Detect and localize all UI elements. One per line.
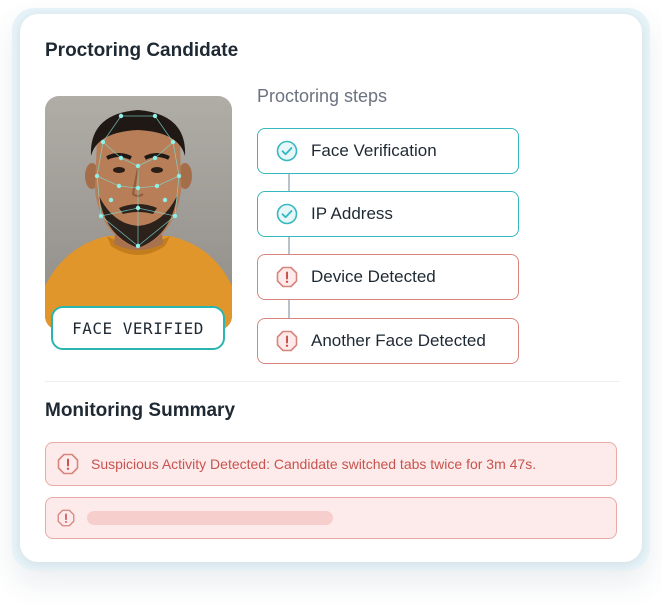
step-ip-address: IP Address	[257, 191, 519, 237]
step-connector	[288, 300, 290, 320]
step-label: IP Address	[311, 204, 393, 223]
alert-octagon-icon	[57, 453, 79, 475]
summary-alert-message: Suspicious Activity Detected: Candidate …	[91, 456, 537, 472]
step-label: Another Face Detected	[311, 331, 486, 350]
section-divider	[45, 381, 620, 382]
alert-octagon-icon	[57, 509, 75, 527]
summary-alert-placeholder	[45, 497, 617, 539]
candidate-photo	[45, 96, 232, 330]
step-connector	[288, 236, 290, 256]
alert-octagon-icon	[276, 330, 298, 352]
face-verified-badge: FACE VERIFIED	[51, 306, 225, 350]
loading-skeleton-bar	[87, 511, 333, 525]
card-title: Proctoring Candidate	[45, 40, 239, 61]
check-circle-icon	[276, 140, 298, 162]
step-label: Device Detected	[311, 267, 436, 286]
step-face-verification: Face Verification	[257, 128, 519, 174]
step-label: Face Verification	[311, 141, 437, 160]
summary-alert: Suspicious Activity Detected: Candidate …	[45, 442, 617, 486]
summary-title: Monitoring Summary	[45, 400, 236, 421]
step-device-detected: Device Detected	[257, 254, 519, 300]
check-circle-icon	[276, 203, 298, 225]
alert-octagon-icon	[276, 266, 298, 288]
steps-heading: Proctoring steps	[257, 86, 388, 106]
step-connector	[288, 173, 290, 193]
step-another-face-detected: Another Face Detected	[257, 318, 519, 364]
